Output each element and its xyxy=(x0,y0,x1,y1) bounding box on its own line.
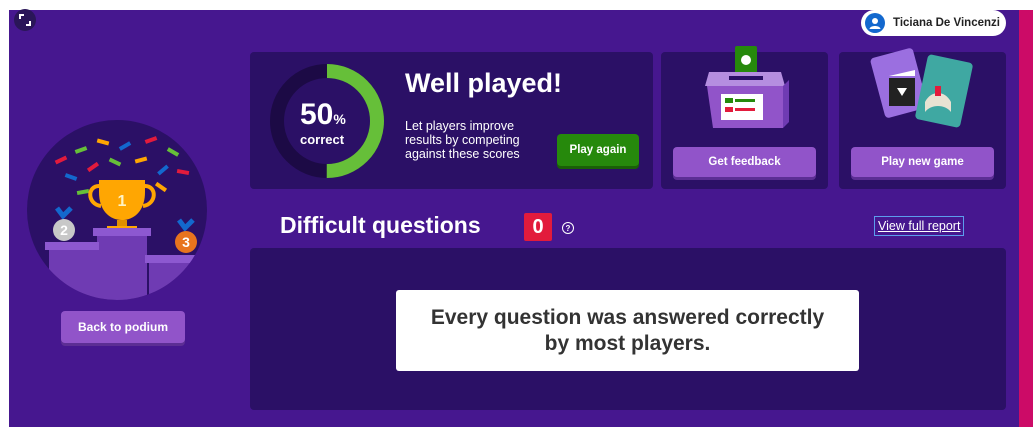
help-icon[interactable]: ? xyxy=(562,222,574,234)
user-icon xyxy=(865,13,885,33)
play-new-game-button[interactable]: Play new game xyxy=(851,147,994,177)
feedback-card: Get feedback xyxy=(661,46,828,189)
view-full-report-link[interactable]: View full report xyxy=(874,216,965,236)
difficult-count-badge: 0 xyxy=(524,213,552,241)
game-cards-icon xyxy=(870,48,973,128)
fullscreen-icon xyxy=(19,14,31,26)
podium-illustration: 1 2 3 xyxy=(27,120,207,300)
score-label: correct xyxy=(300,132,345,147)
result-description: Let players improve results by competing… xyxy=(405,119,520,161)
score-percent: 50% xyxy=(300,98,346,131)
user-menu[interactable]: Ticiana De Vincenzi xyxy=(861,10,1006,36)
get-feedback-button[interactable]: Get feedback xyxy=(673,147,816,177)
bronze-medal-icon: 3 xyxy=(175,218,197,253)
silver-medal-icon: 2 xyxy=(53,206,75,241)
play-again-button[interactable]: Play again xyxy=(557,134,639,166)
empty-state-message: Every question was answered correctly by… xyxy=(396,290,859,371)
trophy-icon: 1 xyxy=(88,180,156,232)
result-title: Well played! xyxy=(405,68,563,98)
svg-text:1: 1 xyxy=(118,193,127,210)
back-to-podium-button[interactable]: Back to podium xyxy=(61,311,185,343)
svg-text:3: 3 xyxy=(182,234,190,250)
user-name: Ticiana De Vincenzi xyxy=(893,17,1000,29)
ballot-box-icon xyxy=(705,46,789,128)
difficult-questions-title: Difficult questions xyxy=(280,212,481,238)
side-edge-strip xyxy=(1019,10,1033,427)
score-card: 50% correct Well played! Let players imp… xyxy=(250,52,653,189)
fullscreen-button[interactable] xyxy=(14,9,36,31)
svg-text:2: 2 xyxy=(60,222,68,238)
new-game-card: Play new game xyxy=(839,48,1006,189)
